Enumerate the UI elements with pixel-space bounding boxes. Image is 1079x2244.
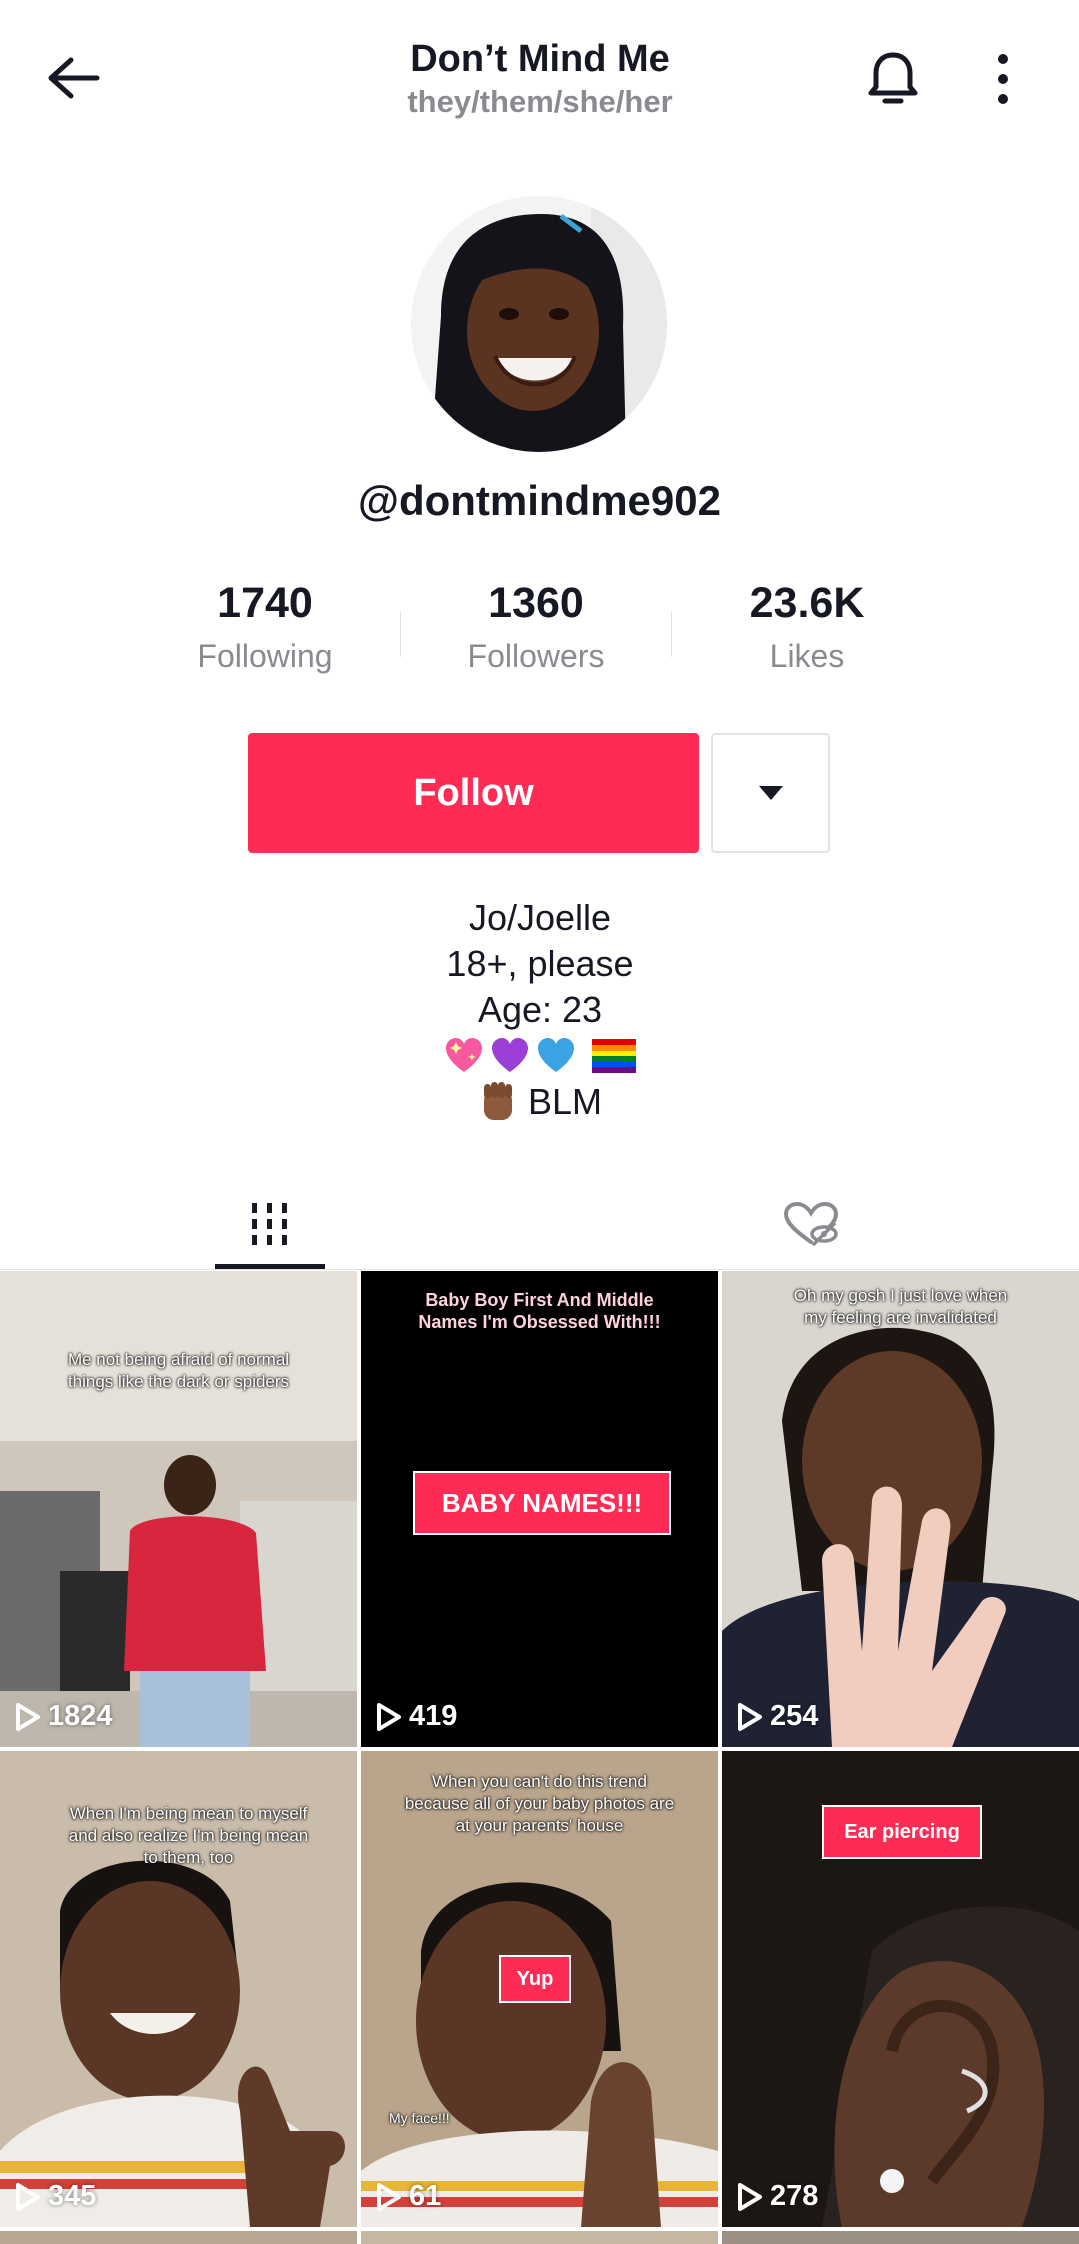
profile-tabs [0,1178,1079,1270]
play-count: 254 [736,1700,818,1733]
video-tile[interactable]: Oh my gosh I just love when my feeling a… [722,1271,1079,1747]
video-tile-partial [361,2231,718,2244]
video-tile-partial [0,2231,357,2244]
title-block: Don’t Mind Me they/them/she/her [250,36,830,122]
pronouns-subtitle: they/them/she/her [407,84,673,119]
video-tag: BABY NAMES!!! [413,1471,671,1535]
video-tile[interactable]: Me not being afraid of normal things lik… [0,1271,357,1747]
video-caption: Me not being afraid of normal things lik… [67,1350,290,1391]
raised-fist-icon [483,1082,512,1120]
top-bar: Don’t Mind Me they/them/she/her [0,0,1079,160]
back-button[interactable] [40,45,106,111]
tab-liked-private[interactable] [756,1178,866,1270]
sparkling-heart-icon [446,1038,482,1072]
stat-label: Following [197,638,333,674]
stat-label: Followers [467,638,605,674]
blue-heart-icon [538,1038,574,1072]
bio-line: 18+, please [446,943,634,984]
stat-label: Likes [769,638,845,674]
play-icon [16,1702,40,1731]
video-subcaption: My face!!! [389,2110,450,2126]
video-tile[interactable]: When I'm being mean to myself and also r… [0,1751,357,2227]
active-tab-indicator [215,1264,325,1269]
suggested-accounts-button[interactable] [711,733,830,853]
caret-down-icon [758,786,783,800]
stat-following[interactable]: 1740 Following [130,575,400,685]
play-icon [738,2182,762,2211]
bell-icon [868,52,918,104]
bio-blm-text: BLM [527,1081,603,1122]
purple-heart-icon [492,1038,528,1072]
stat-likes[interactable]: 23.6K Likes [672,575,942,685]
bio: Jo/Joelle 18+, please Age: 23 BLM [240,895,840,1125]
bio-blm-line: BLM [240,1079,840,1125]
play-count-value: 1824 [48,1700,113,1732]
play-count: 61 [375,2180,441,2213]
stat-value: 23.6K [749,579,865,627]
video-tag: Yup [499,1955,571,2003]
play-count: 278 [736,2180,818,2213]
more-vertical-icon [998,54,1008,104]
play-count-value: 278 [770,2180,819,2212]
rainbow-flag-icon [592,1039,636,1073]
play-icon [377,2182,401,2211]
stat-followers[interactable]: 1360 Followers [401,575,671,685]
bio-emoji-line [240,1033,840,1079]
play-count-value: 61 [409,2180,442,2212]
avatar-photo [411,196,667,452]
tab-videos[interactable] [215,1178,325,1270]
hidden-heart-icon [783,1201,839,1246]
play-count: 419 [375,1700,457,1733]
video-tile[interactable]: When you can't do this trend because all… [361,1751,718,2227]
video-thumbnail [722,1271,1079,1747]
stat-value: 1360 [488,579,584,627]
follow-button[interactable]: Follow [248,733,699,853]
arrow-left-icon [48,57,100,99]
video-tile-partial [722,2231,1079,2244]
video-tile[interactable]: Ear piercing 278 [722,1751,1079,2227]
play-count-value: 419 [409,1700,458,1732]
avatar[interactable] [411,196,667,452]
play-icon [377,1702,401,1731]
bio-line: Jo/Joelle [468,897,612,938]
video-caption: When you can't do this trend because all… [404,1772,675,1835]
video-caption: Baby Boy First And Middle Names I'm Obse… [418,1290,661,1332]
more-options-button[interactable] [976,48,1030,110]
play-count: 345 [14,2180,96,2213]
video-caption: When I'm being mean to myself and also r… [68,1804,309,1867]
page-title: Don’t Mind Me [410,38,670,80]
play-count: 1824 [14,1700,113,1733]
grid-icon [252,1203,287,1245]
notifications-button[interactable] [862,48,924,110]
play-icon [16,2182,40,2211]
video-caption: Oh my gosh I just love when my feeling a… [793,1286,1008,1327]
bio-line: Age: 23 [477,989,603,1030]
profile-stats: 1740 Following 1360 Followers 23.6K Like… [130,575,950,685]
stat-value: 1740 [217,579,313,627]
play-count-value: 254 [770,1700,819,1732]
video-tag: Ear piercing [822,1805,982,1859]
video-tile[interactable]: Baby Boy First And Middle Names I'm Obse… [361,1271,718,1747]
username: @dontmindme902 [357,477,721,524]
play-count-value: 345 [48,2180,97,2212]
play-icon [738,1702,762,1731]
video-thumbnail [0,1271,357,1747]
